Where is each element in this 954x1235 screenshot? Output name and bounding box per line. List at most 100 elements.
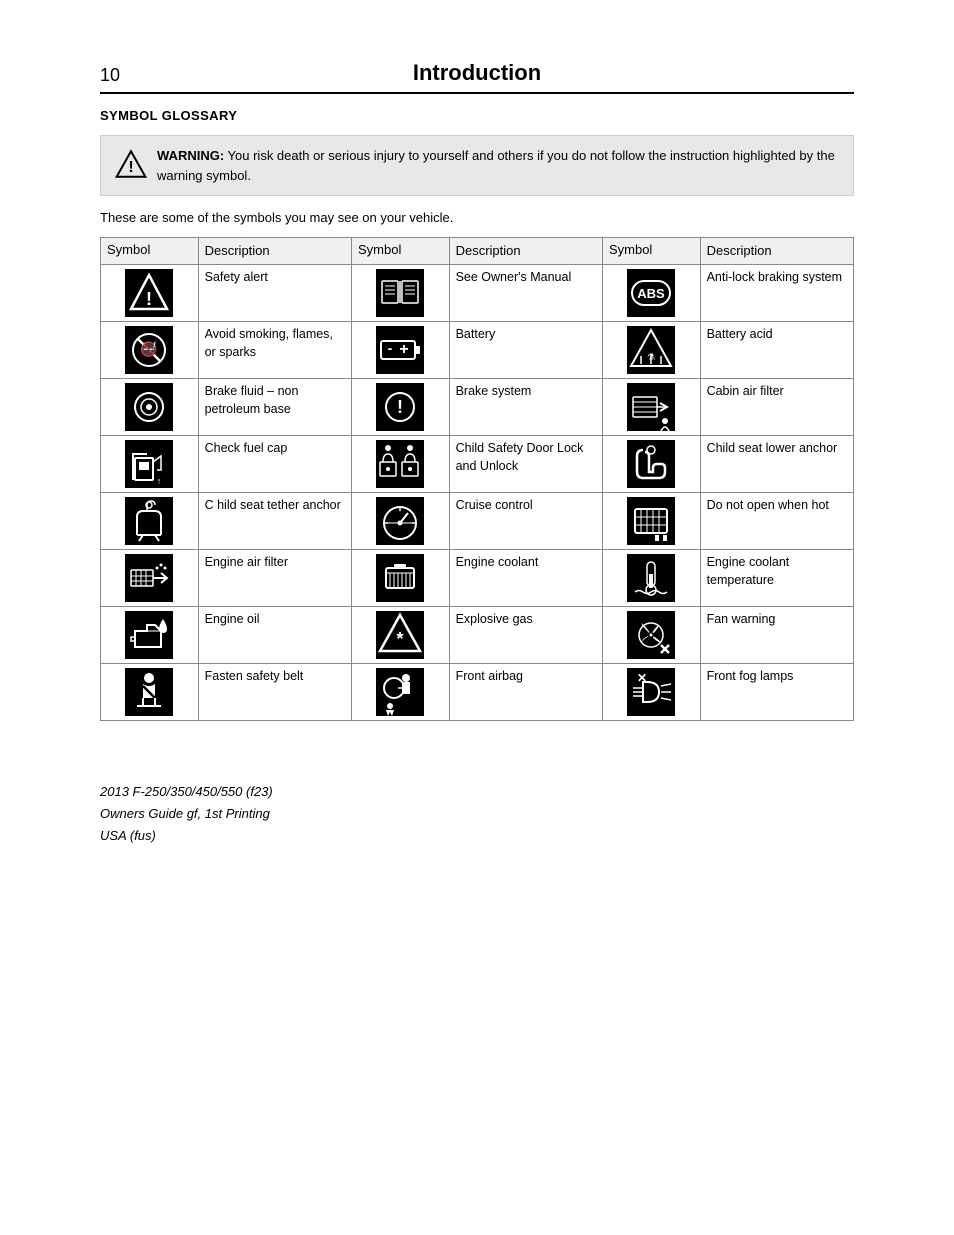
table-row: Engine oil * Explosive gas (101, 607, 854, 664)
warning-label: WARNING: (157, 148, 224, 163)
desc-cell: See Owner's Manual (449, 265, 602, 322)
desc-cell: Brake fluid – non petroleum base (198, 379, 351, 436)
safety-alert-icon: ! (125, 269, 173, 317)
battery-acid-icon: ⚗ (627, 326, 675, 374)
desc-cell: Safety alert (198, 265, 351, 322)
svg-text:!: ! (128, 159, 133, 176)
symbol-cell (101, 379, 199, 436)
warning-text: WARNING: You risk death or serious injur… (157, 146, 839, 185)
svg-text:✕: ✕ (637, 671, 647, 685)
table-row: ! Safety alert See (101, 265, 854, 322)
symbol-cell (602, 436, 700, 493)
desc-cell: Engine oil (198, 607, 351, 664)
no-smoking-icon: 🚭 (125, 326, 173, 374)
symbol-cell: 🚭 (101, 322, 199, 379)
desc-cell: Brake system (449, 379, 602, 436)
check-fuel-cap-icon: ↑ (125, 440, 173, 488)
footer-line3: USA (fus) (100, 825, 854, 847)
symbol-cell: - + (351, 322, 449, 379)
engine-air-filter-icon (125, 554, 173, 602)
col-header-desc1: Description (198, 238, 351, 265)
desc-cell: Check fuel cap (198, 436, 351, 493)
front-airbag-icon (376, 668, 424, 716)
explosive-gas-icon: * (376, 611, 424, 659)
fan-warning-icon (627, 611, 675, 659)
table-row: Fasten safety belt Front airbag (101, 664, 854, 721)
svg-text:↑: ↑ (157, 476, 162, 486)
desc-cell: Battery acid (700, 322, 853, 379)
symbol-cell (351, 493, 449, 550)
table-row: 🚭 Avoid smoking, flames, or sparks - + B… (101, 322, 854, 379)
desc-cell: Do not open when hot (700, 493, 853, 550)
page-number: 10 (100, 65, 160, 86)
warning-body: You risk death or serious injury to your… (157, 148, 835, 183)
desc-cell: Child Safety Door Lock and Unlock (449, 436, 602, 493)
symbol-cell (351, 265, 449, 322)
desc-cell: Battery (449, 322, 602, 379)
symbol-cell (351, 550, 449, 607)
footer: 2013 F-250/350/450/550 (f23) Owners Guid… (100, 781, 854, 847)
desc-cell: Fan warning (700, 607, 853, 664)
symbol-cell: ! (351, 379, 449, 436)
intro-text: These are some of the symbols you may se… (100, 210, 854, 225)
desc-cell: Fasten safety belt (198, 664, 351, 721)
engine-oil-icon (125, 611, 173, 659)
table-row: Brake fluid – non petroleum base ! Brake… (101, 379, 854, 436)
svg-text:-: - (388, 340, 393, 356)
desc-cell: Front fog lamps (700, 664, 853, 721)
footer-line2: Owners Guide gf, 1st Printing (100, 803, 854, 825)
svg-text:!: ! (397, 397, 403, 417)
col-header-desc2: Description (449, 238, 602, 265)
symbol-cell (101, 664, 199, 721)
page-header: 10 Introduction (100, 60, 854, 94)
symbol-cell (101, 550, 199, 607)
symbol-cell (602, 607, 700, 664)
desc-cell: Front airbag (449, 664, 602, 721)
svg-text:+: + (400, 341, 409, 358)
brake-fluid-icon (125, 383, 173, 431)
warning-triangle-icon: ! (115, 148, 147, 180)
cabin-air-filter-icon (627, 383, 675, 431)
child-seat-lower-anchor-icon (627, 440, 675, 488)
symbol-cell (351, 664, 449, 721)
brake-system-icon: ! (376, 383, 424, 431)
page-title: Introduction (160, 60, 854, 86)
svg-text:!: ! (146, 289, 152, 309)
desc-cell: Anti-lock braking system (700, 265, 853, 322)
desc-cell: Cabin air filter (700, 379, 853, 436)
fasten-seatbelt-icon (125, 668, 173, 716)
symbol-cell (101, 493, 199, 550)
symbol-cell: ↑ (101, 436, 199, 493)
abs-icon: ABS (627, 269, 675, 317)
svg-text:*: * (397, 629, 404, 649)
footer-line1: 2013 F-250/350/450/550 (f23) (100, 781, 854, 803)
table-row: C hild seat tether anchor Cruise control (101, 493, 854, 550)
symbol-cell: ! (101, 265, 199, 322)
symbol-cell (602, 379, 700, 436)
desc-cell: Child seat lower anchor (700, 436, 853, 493)
svg-text:ABS: ABS (638, 286, 666, 301)
symbol-cell (101, 607, 199, 664)
col-header-symbol1: Symbol (101, 238, 199, 265)
child-seat-tether-icon (125, 497, 173, 545)
symbol-cell (602, 550, 700, 607)
col-header-desc3: Description (700, 238, 853, 265)
cruise-control-icon (376, 497, 424, 545)
symbol-cell: ⚗ (602, 322, 700, 379)
desc-cell: Explosive gas (449, 607, 602, 664)
desc-cell: Engine coolant temperature (700, 550, 853, 607)
engine-coolant-temp-icon (627, 554, 675, 602)
table-row: Engine air filter Engine coola (101, 550, 854, 607)
owners-manual-icon (376, 269, 424, 317)
desc-cell: C hild seat tether anchor (198, 493, 351, 550)
table-header-row: Symbol Description Symbol Description Sy… (101, 238, 854, 265)
front-fog-lamps-icon: ✕ (627, 668, 675, 716)
child-safety-door-icon (376, 440, 424, 488)
symbol-cell (351, 436, 449, 493)
symbol-cell (602, 493, 700, 550)
battery-icon: - + (376, 326, 424, 374)
desc-cell: Engine coolant (449, 550, 602, 607)
engine-coolant-icon (376, 554, 424, 602)
desc-cell: Cruise control (449, 493, 602, 550)
col-header-symbol2: Symbol (351, 238, 449, 265)
